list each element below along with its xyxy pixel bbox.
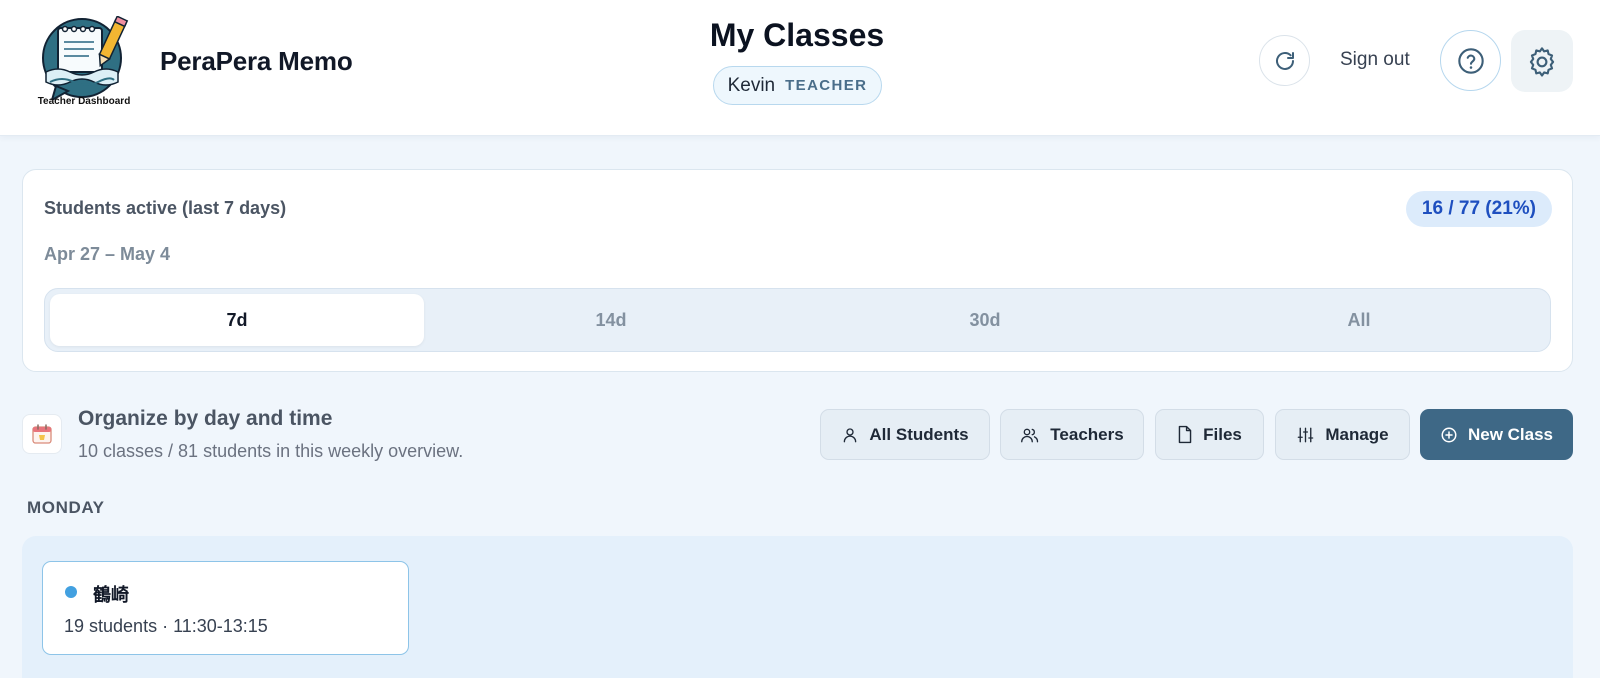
files-button[interactable]: Files [1155, 409, 1264, 460]
class-color-dot [65, 586, 77, 598]
file-icon [1178, 425, 1192, 444]
app-header: Teacher Dashboard PeraPera Memo My Class… [0, 0, 1600, 136]
user-role: TEACHER [785, 77, 868, 94]
help-button[interactable] [1440, 30, 1501, 91]
activity-card: Students active (last 7 days) 16 / 77 (2… [22, 169, 1573, 372]
range-tab-7d[interactable]: 7d [50, 294, 424, 346]
user-badge: Kevin TEACHER [713, 66, 882, 105]
settings-button[interactable] [1511, 30, 1573, 92]
range-tab-all[interactable]: All [1172, 294, 1546, 346]
refresh-icon [1275, 51, 1294, 70]
gear-icon [1529, 47, 1555, 77]
activity-count-badge: 16 / 77 (21%) [1405, 191, 1552, 227]
sliders-icon [1298, 427, 1314, 442]
user-icon [844, 427, 857, 442]
range-tab-30d[interactable]: 30d [798, 294, 1172, 346]
activity-date-range: Apr 27 – May 4 [44, 244, 171, 264]
range-tab-14d[interactable]: 14d [424, 294, 798, 346]
all-students-button[interactable]: All Students [820, 409, 990, 460]
teachers-button[interactable]: Teachers [1000, 409, 1144, 460]
calendar-icon-box [22, 414, 62, 454]
help-circle-icon [1457, 47, 1484, 74]
manage-button[interactable]: Manage [1275, 409, 1410, 460]
user-name: Kevin [727, 74, 776, 96]
refresh-button[interactable] [1259, 35, 1310, 86]
activity-title: Students active (last 7 days) [44, 198, 287, 218]
plus-circle-icon [1441, 427, 1457, 442]
files-label: Files [1203, 424, 1242, 444]
class-meta: 19 students · 11:30-13:15 [64, 616, 268, 636]
organize-title: Organize by day and time [78, 407, 333, 430]
new-class-button[interactable]: New Class [1420, 409, 1573, 460]
users-icon [1021, 428, 1039, 442]
new-class-label: New Class [1467, 424, 1554, 444]
sign-out-link[interactable]: Sign out [1340, 49, 1410, 71]
class-name: 鶴崎 [93, 585, 129, 606]
teachers-label: Teachers [1050, 424, 1124, 444]
calendar-icon [32, 424, 52, 444]
organize-subtitle: 10 classes / 81 students in this weekly … [78, 441, 464, 461]
day-heading: MONDAY [27, 498, 105, 517]
range-selector: 7d 14d 30d All [44, 288, 1551, 352]
logo-caption: Teacher Dashboard [37, 96, 131, 107]
all-students-label: All Students [869, 424, 969, 444]
class-card[interactable]: 鶴崎 19 students · 11:30-13:15 [42, 561, 409, 655]
manage-label: Manage [1325, 424, 1389, 444]
